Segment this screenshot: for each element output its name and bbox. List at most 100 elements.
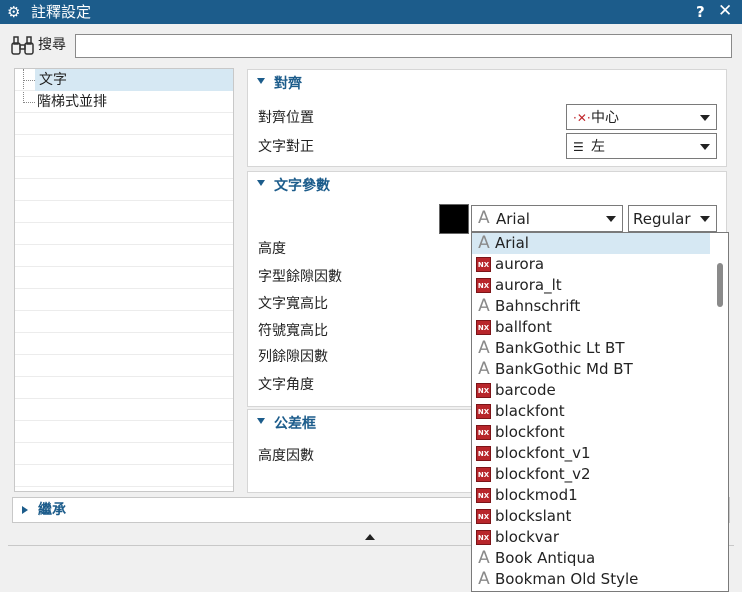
font-list-item[interactable]: A Bookman Old Style — [472, 569, 710, 590]
font-list-item[interactable]: A BankGothic Lt BT — [472, 338, 710, 359]
font-list-item[interactable]: A Book Antiqua — [472, 548, 710, 569]
font-name: blockslant — [495, 507, 572, 525]
font-list-item[interactable]: NX blockmod1 — [472, 485, 710, 506]
alignment-position-value: 中心 — [591, 110, 619, 126]
text-justify-value: 左 — [591, 139, 605, 155]
nx-font-icon: NX — [476, 467, 491, 482]
truetype-icon: A — [478, 338, 490, 358]
font-list-item[interactable]: NX blockfont_v2 — [472, 464, 710, 485]
collapse-up-icon[interactable] — [365, 534, 375, 540]
truetype-icon: A — [478, 208, 490, 228]
tree-item-text[interactable]: 文字 — [35, 69, 233, 91]
font-name: Book Antiqua — [495, 549, 596, 567]
font-name: blackfont — [495, 402, 565, 420]
inherit-label: 繼承 — [38, 502, 66, 518]
gear-icon: ⚙ — [7, 3, 21, 21]
tree-item-label: 文字 — [39, 72, 67, 88]
font-name: Bahnschrift — [495, 297, 581, 315]
font-name: aurora_lt — [495, 276, 562, 294]
search-row: 搜尋 — [0, 24, 742, 64]
alignment-title: 對齊 — [274, 76, 302, 92]
truetype-icon: A — [478, 233, 490, 253]
binoculars-icon — [11, 36, 34, 55]
font-name: Arial — [495, 234, 529, 252]
align-left-icon: ☰ — [573, 140, 584, 154]
nx-font-icon: NX — [476, 404, 491, 419]
tree-item-label: 階梯式並排 — [37, 94, 107, 110]
window-title: 註釋設定 — [31, 3, 92, 21]
alignment-position-select[interactable]: ·✕· 中心 — [566, 104, 717, 130]
chevron-down-icon — [257, 418, 265, 424]
tree-item-stacking[interactable]: 階梯式並排 — [15, 91, 233, 113]
font-list-item[interactable]: NX blockslant — [472, 506, 710, 527]
char-spacing-factor-label: 字型餘隙因數 — [258, 269, 342, 285]
chevron-right-icon — [22, 506, 28, 514]
chevron-down-icon — [700, 144, 710, 150]
close-button[interactable]: ✕ — [718, 1, 732, 21]
font-list-item[interactable]: NX blackfont — [472, 401, 710, 422]
font-name: blockvar — [495, 528, 560, 546]
font-style-value: Regular — [633, 210, 691, 228]
font-name: BankGothic Lt BT — [495, 339, 625, 357]
nx-font-icon: NX — [476, 446, 491, 461]
font-name: blockfont_v2 — [495, 465, 591, 483]
font-list-item[interactable]: NX blockfont — [472, 422, 710, 443]
scrollbar-thumb[interactable] — [717, 263, 723, 307]
font-list-item[interactable]: NX ballfont — [472, 317, 710, 338]
settings-tree: 文字 階梯式並排 — [14, 68, 234, 492]
font-name: blockmod1 — [495, 486, 578, 504]
symbol-aspect-ratio-label: 符號寬高比 — [258, 323, 328, 339]
font-name: aurora — [495, 255, 545, 273]
font-dropdown-list[interactable]: A Arial NX aurora NX aurora_lt A Bahnschrift NX b… — [471, 232, 729, 592]
tolerance-frame-title: 公差框 — [274, 416, 316, 432]
font-list-item[interactable]: A BankGothic Md BT — [472, 359, 710, 380]
font-name: blockfont — [495, 423, 565, 441]
center-anchor-icon: ·✕· — [573, 111, 591, 125]
font-name: blockfont_v1 — [495, 444, 591, 462]
truetype-icon: A — [478, 569, 490, 589]
text-justify-select[interactable]: ☰ 左 — [566, 133, 717, 159]
truetype-icon: A — [478, 359, 490, 379]
chevron-down-icon — [257, 180, 265, 186]
line-spacing-factor-label: 列餘隙因數 — [258, 349, 328, 365]
chevron-down-icon — [700, 216, 710, 222]
truetype-icon: A — [478, 548, 490, 568]
text-justify-label: 文字對正 — [258, 139, 314, 155]
font-list-item[interactable]: NX blockfont_v1 — [472, 443, 710, 464]
chevron-down-icon — [257, 78, 265, 84]
nx-font-icon: NX — [476, 278, 491, 293]
search-label: 搜尋 — [38, 37, 66, 53]
nx-font-icon: NX — [476, 530, 491, 545]
font-select[interactable]: A Arial — [471, 205, 623, 232]
height-label: 高度 — [258, 241, 286, 257]
chevron-down-icon — [606, 216, 616, 222]
font-name: ballfont — [495, 318, 552, 336]
font-list-item[interactable]: NX blockvar — [472, 527, 710, 548]
text-params-header[interactable]: 文字參數 — [248, 172, 726, 200]
font-list-item[interactable]: NX barcode — [472, 380, 710, 401]
help-button[interactable]: ? — [696, 2, 705, 22]
font-list-item[interactable]: NX aurora — [472, 254, 710, 275]
font-list-item[interactable]: A Arial — [472, 233, 710, 254]
nx-font-icon: NX — [476, 320, 491, 335]
font-list-item[interactable]: A Bahnschrift — [472, 296, 710, 317]
font-style-select[interactable]: Regular — [628, 205, 717, 232]
chevron-down-icon — [700, 115, 710, 121]
font-select-value: Arial — [496, 210, 530, 228]
font-name: BankGothic Md BT — [495, 360, 633, 378]
height-factor-label: 高度因數 — [258, 448, 314, 464]
truetype-icon: A — [478, 296, 490, 316]
alignment-panel: 對齊 對齊位置 ·✕· 中心 文字對正 ☰ 左 — [247, 69, 727, 167]
nx-font-icon: NX — [476, 383, 491, 398]
text-params-title: 文字參數 — [274, 178, 330, 194]
font-name: barcode — [495, 381, 556, 399]
nx-font-icon: NX — [476, 509, 491, 524]
font-name: Bookman Old Style — [495, 570, 639, 588]
nx-font-icon: NX — [476, 488, 491, 503]
search-input[interactable] — [75, 34, 732, 58]
alignment-position-label: 對齊位置 — [258, 110, 314, 126]
text-color-swatch[interactable] — [439, 204, 469, 234]
font-list-item[interactable]: NX aurora_lt — [472, 275, 710, 296]
text-aspect-ratio-label: 文字寬高比 — [258, 296, 328, 312]
alignment-header[interactable]: 對齊 — [248, 70, 726, 98]
